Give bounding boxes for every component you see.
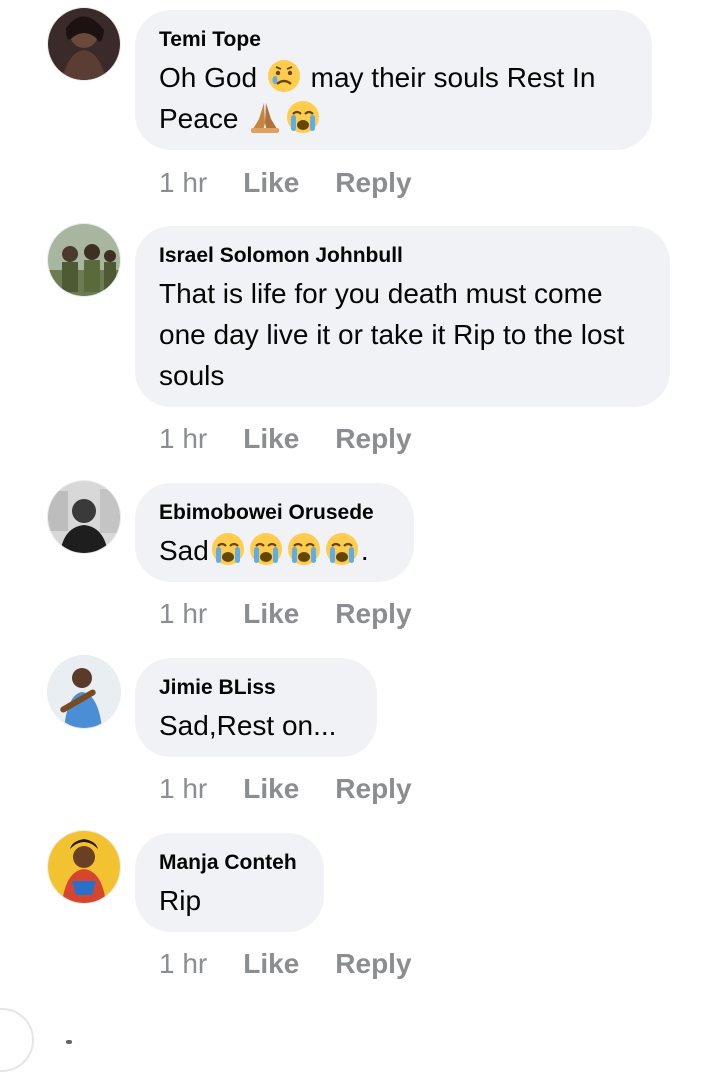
comment-timestamp[interactable]: 1 hr xyxy=(159,773,207,804)
profile-photo xyxy=(48,831,120,903)
comment-bubble: Ebimobowei Orusede Sad. xyxy=(135,483,414,582)
profile-photo xyxy=(48,224,120,296)
comment-author[interactable]: Jimie BLiss xyxy=(159,675,353,701)
comment-author[interactable]: Temi Tope xyxy=(159,27,628,53)
crying-face-emoji-icon xyxy=(248,531,284,567)
avatar[interactable] xyxy=(48,224,120,296)
comment-bubble: Israel Solomon Johnbull That is life for… xyxy=(135,226,670,407)
crying-face-emoji-icon xyxy=(210,531,246,567)
comment-bubble: Manja Conteh Rip xyxy=(135,833,324,932)
reply-button[interactable]: Reply xyxy=(335,598,411,629)
profile-photo xyxy=(48,8,120,80)
like-button[interactable]: Like xyxy=(243,167,299,198)
reply-button[interactable]: Reply xyxy=(335,773,411,804)
comment-author[interactable]: Ebimobowei Orusede xyxy=(159,500,390,526)
comment-actions: 1 hr Like Reply xyxy=(159,947,412,981)
like-button[interactable]: Like xyxy=(243,773,299,804)
comment-text: Sad,Rest on... xyxy=(159,710,337,741)
like-button[interactable]: Like xyxy=(243,423,299,454)
crying-face-emoji-icon xyxy=(324,531,360,567)
comment-timestamp[interactable]: 1 hr xyxy=(159,423,207,454)
avatar[interactable] xyxy=(48,656,120,728)
comment-timestamp[interactable]: 1 hr xyxy=(159,598,207,629)
comment-actions: 1 hr Like Reply xyxy=(159,422,412,456)
comment-actions: 1 hr Like Reply xyxy=(159,166,412,200)
avatar[interactable] xyxy=(48,481,120,553)
profile-photo xyxy=(48,481,120,553)
comment-bubble: Jimie BLiss Sad,Rest on... xyxy=(135,658,377,757)
reply-button[interactable]: Reply xyxy=(335,423,411,454)
like-button[interactable]: Like xyxy=(243,598,299,629)
comment-actions: 1 hr Like Reply xyxy=(159,772,412,806)
reply-button[interactable]: Reply xyxy=(335,948,411,979)
reply-button[interactable]: Reply xyxy=(335,167,411,198)
partial-glyph xyxy=(66,1040,72,1044)
like-button[interactable]: Like xyxy=(243,948,299,979)
comment-timestamp[interactable]: 1 hr xyxy=(159,167,207,198)
comment-text: That is life for you death must come one… xyxy=(159,278,625,391)
comment-actions: 1 hr Like Reply xyxy=(159,597,412,631)
sad-face-emoji-icon xyxy=(266,58,302,94)
comment-text: Oh God may their souls Rest In Peace xyxy=(159,57,628,139)
partial-avatar xyxy=(0,1008,34,1072)
comment-author[interactable]: Manja Conteh xyxy=(159,850,300,876)
comment-timestamp[interactable]: 1 hr xyxy=(159,948,207,979)
comment-text: Rip xyxy=(159,885,202,916)
avatar[interactable] xyxy=(48,831,120,903)
comment-bubble: Temi Tope Oh God may their souls Rest In… xyxy=(135,10,652,150)
comment-author[interactable]: Israel Solomon Johnbull xyxy=(159,243,646,269)
avatar[interactable] xyxy=(48,8,120,80)
comment-text: Sad. xyxy=(159,530,390,571)
profile-photo xyxy=(48,656,120,728)
crying-face-emoji-icon xyxy=(286,531,322,567)
crying-face-emoji-icon xyxy=(285,99,321,135)
folded-hands-emoji-icon xyxy=(247,99,283,135)
